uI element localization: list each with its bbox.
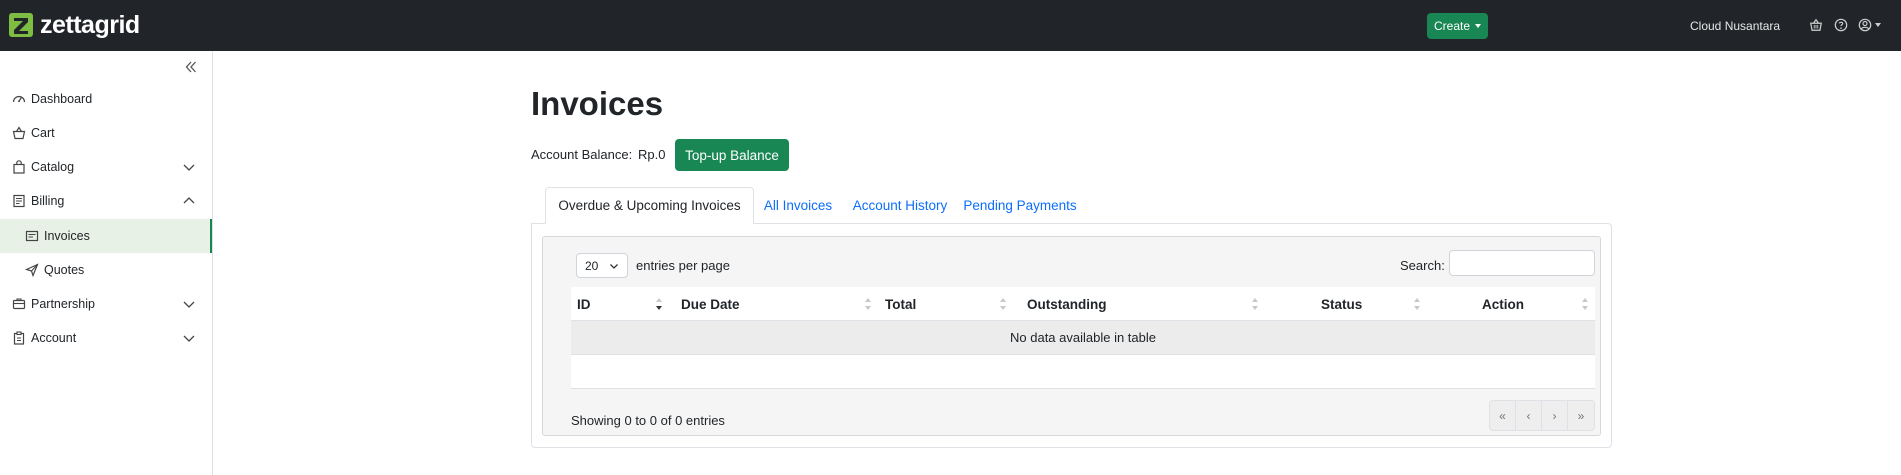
sidebar-item-cart[interactable]: Cart	[0, 116, 212, 150]
column-label: Status	[1321, 296, 1363, 312]
chevron-up-icon	[183, 197, 195, 204]
sidebar-item-partnership[interactable]: Partnership	[0, 287, 212, 321]
sort-desc-icon	[656, 298, 662, 310]
search-input[interactable]	[1449, 250, 1595, 276]
sort-icon	[1414, 298, 1420, 310]
receipt-icon	[13, 194, 25, 208]
help-icon[interactable]	[1833, 17, 1849, 33]
tab-pending-payments[interactable]: Pending Payments	[959, 187, 1081, 224]
tab-panel: 20 entries per page Search: ID Due Date …	[531, 223, 1612, 448]
chevron-down-icon	[610, 264, 618, 269]
sidebar-item-invoices[interactable]: Invoices	[0, 219, 212, 253]
column-label: Action	[1482, 296, 1524, 312]
column-label: Total	[885, 296, 917, 312]
sidebar-item-quotes[interactable]: Quotes	[0, 253, 212, 287]
table-header: ID Due Date Total Outstanding Status Act…	[571, 287, 1595, 321]
clipboard-icon	[13, 331, 25, 345]
search-label: Search:	[1400, 258, 1445, 273]
column-header-due-date[interactable]: Due Date	[681, 287, 871, 321]
sort-icon	[865, 298, 871, 310]
sidebar-item-label: Dashboard	[31, 92, 93, 106]
column-header-status[interactable]: Status	[1321, 287, 1421, 321]
page-length-select[interactable]: 20	[576, 253, 628, 278]
account-balance-label: Account Balance:	[531, 147, 633, 162]
sidebar-item-label: Billing	[31, 194, 65, 208]
next-page-button[interactable]: ›	[1542, 401, 1568, 430]
create-button[interactable]: Create	[1427, 13, 1488, 39]
sidebar-item-label: Cart	[31, 126, 55, 140]
basket-icon	[12, 126, 26, 140]
account-name[interactable]: Cloud Nusantara	[1690, 19, 1780, 33]
page-title: Invoices	[531, 85, 664, 122]
invoices-datatable: 20 entries per page Search: ID Due Date …	[542, 236, 1601, 436]
tab-account-history[interactable]: Account History	[842, 187, 958, 224]
tab-all-invoices[interactable]: All Invoices	[755, 187, 841, 224]
sidebar-item-label: Account	[31, 331, 77, 345]
chevron-down-icon	[183, 301, 195, 308]
column-header-id[interactable]: ID	[577, 287, 667, 321]
invoice-tabs: Overdue & Upcoming Invoices All Invoices…	[531, 187, 1612, 224]
user-menu[interactable]	[1857, 17, 1881, 33]
column-header-outstanding[interactable]: Outstanding	[1027, 287, 1227, 321]
sidebar-item-label: Quotes	[44, 263, 85, 277]
pagination: « ‹ › »	[1489, 400, 1595, 431]
caret-down-icon	[1475, 24, 1482, 28]
sidebar-item-catalog[interactable]: Catalog	[0, 150, 212, 184]
last-page-button[interactable]: »	[1568, 401, 1594, 430]
partner-icon	[12, 298, 26, 310]
previous-page-button[interactable]: ‹	[1516, 401, 1542, 430]
table-row-empty: No data available in table	[571, 321, 1595, 355]
table-info: Showing 0 to 0 of 0 entries	[571, 413, 725, 428]
sidebar-item-label: Invoices	[44, 229, 90, 243]
collapse-sidebar-icon[interactable]	[183, 59, 199, 75]
chevron-down-icon	[183, 335, 195, 342]
sidebar-item-label: Catalog	[31, 160, 75, 174]
sidebar: Dashboard Cart Catalog Billing Invoices …	[0, 51, 213, 475]
sidebar-item-account[interactable]: Account	[0, 321, 212, 355]
table-row	[571, 355, 1595, 389]
column-label: ID	[577, 296, 591, 312]
page-length-value: 20	[585, 258, 599, 273]
sidebar-item-billing[interactable]: Billing	[0, 184, 212, 218]
column-label: Outstanding	[1027, 296, 1107, 312]
sort-icon	[1582, 298, 1588, 310]
dashboard-icon	[12, 95, 26, 103]
page-length-label: entries per page	[636, 258, 730, 273]
sidebar-item-dashboard[interactable]: Dashboard	[0, 82, 212, 116]
column-label: Due Date	[681, 296, 740, 312]
caret-down-icon	[1874, 23, 1881, 27]
first-page-button[interactable]: «	[1490, 401, 1516, 430]
account-balance-value: Rp.0	[638, 147, 666, 162]
user-circle-icon	[1858, 18, 1871, 32]
basket-icon[interactable]	[1808, 17, 1824, 33]
column-header-action[interactable]: Action	[1482, 287, 1582, 321]
brand-logo[interactable]: zettagrid	[9, 12, 140, 38]
invoice-icon	[25, 230, 39, 242]
topup-balance-button[interactable]: Top-up Balance	[675, 139, 789, 171]
sidebar-item-label: Partnership	[31, 297, 95, 311]
brand-name: zettagrid	[40, 11, 140, 39]
send-icon	[25, 263, 39, 277]
chevron-down-icon	[183, 164, 195, 171]
tab-overdue-upcoming[interactable]: Overdue & Upcoming Invoices	[545, 187, 754, 224]
top-navbar: zettagrid Create Cloud Nusantara	[0, 0, 1901, 51]
sort-icon	[1000, 298, 1006, 310]
bag-icon	[13, 160, 25, 174]
sort-icon	[1252, 298, 1258, 310]
create-button-label: Create	[1433, 19, 1471, 33]
zettagrid-logo-icon	[9, 13, 33, 37]
